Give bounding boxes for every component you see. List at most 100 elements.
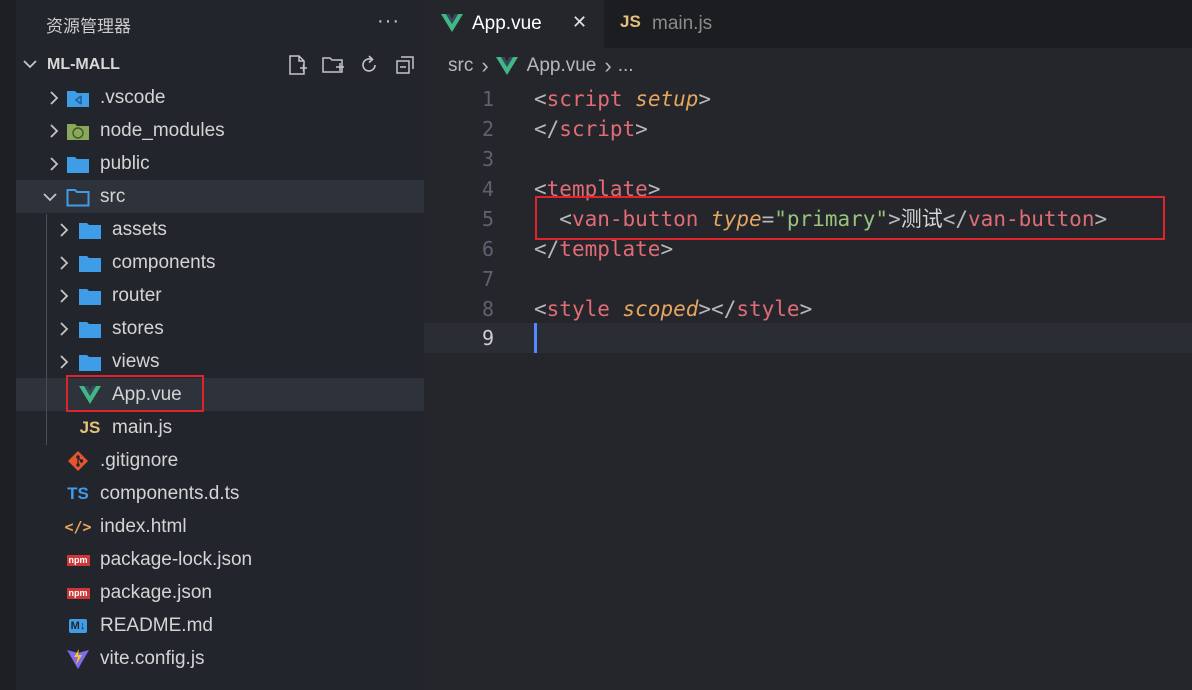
collapse-all-icon[interactable]: [392, 52, 418, 78]
line-number: 1: [481, 87, 494, 111]
indent-guide: [46, 214, 47, 445]
tab-main-js[interactable]: JS main.js: [604, 0, 764, 48]
line-number: 7: [481, 267, 494, 291]
code-line: 6 </template>: [424, 234, 1192, 264]
vite-icon: [66, 648, 90, 670]
tab-label: App.vue: [472, 13, 542, 34]
tree-item-router[interactable]: router: [16, 279, 424, 312]
tree-item-label: assets: [112, 219, 167, 240]
folder-icon: [78, 351, 102, 373]
tree-item-label: package.json: [100, 582, 212, 603]
new-file-icon[interactable]: [284, 52, 310, 78]
tree-item-label: components: [112, 252, 216, 273]
line-number: 2: [481, 117, 494, 141]
tree-item-vscode[interactable]: .vscode: [16, 81, 424, 114]
tree-item-label: stores: [112, 318, 164, 339]
tree-item-label: .gitignore: [100, 450, 179, 471]
tree-item-label: components.d.ts: [100, 483, 240, 504]
git-icon: [66, 450, 90, 472]
tree-item-node-modules[interactable]: node_modules: [16, 114, 424, 147]
vue-icon: [495, 56, 519, 76]
tree-item-label: package-lock.json: [100, 549, 253, 570]
code-line: 4 <template>: [424, 174, 1192, 204]
line-number: 6: [481, 237, 494, 261]
code-line: 7: [424, 264, 1192, 294]
node-folder-icon: [66, 120, 90, 142]
breadcrumb-folder[interactable]: src: [448, 55, 473, 77]
tree-item-views[interactable]: views: [16, 345, 424, 378]
breadcrumb-file[interactable]: App.vue: [527, 55, 597, 77]
tree-item-gitignore[interactable]: .gitignore: [16, 444, 424, 477]
vue-icon: [78, 384, 102, 406]
tree-item-app-vue[interactable]: App.vue: [16, 378, 424, 411]
line-number: 5: [481, 207, 494, 231]
line-number: 9: [481, 326, 494, 350]
tree-item-label: App.vue: [112, 384, 182, 405]
folder-icon: [78, 285, 102, 307]
folder-open-icon: [66, 186, 90, 208]
tree-item-stores[interactable]: stores: [16, 312, 424, 345]
ts-icon: TS: [67, 484, 89, 503]
breadcrumb-separator: ›: [604, 53, 612, 78]
chevron-right-icon: [50, 124, 59, 138]
npm-icon: npm: [66, 587, 90, 599]
chevron-right-icon: [60, 223, 69, 237]
more-actions-icon[interactable]: ···: [377, 10, 400, 33]
vscode-folder-icon: [66, 87, 90, 109]
explorer-panel: 资源管理器 ··· ML-MALL .vscode node_modules p…: [16, 0, 424, 690]
js-icon: JS: [79, 418, 101, 437]
explorer-title: 资源管理器: [46, 16, 131, 36]
tree-item-package-json[interactable]: npm package.json: [16, 576, 424, 609]
tree-item-label: README.md: [100, 615, 213, 636]
breadcrumb-separator: ›: [481, 53, 489, 78]
tree-item-main-js[interactable]: JS main.js: [16, 411, 424, 444]
tree-item-label: views: [112, 351, 160, 372]
project-name: ML-MALL: [47, 56, 120, 73]
tree-item-package-lock-json[interactable]: npm package-lock.json: [16, 543, 424, 576]
code-line: 1 <script setup>: [424, 84, 1192, 114]
project-header[interactable]: ML-MALL: [16, 48, 424, 81]
tree-item-label: src: [100, 186, 126, 207]
tree-item-index-html[interactable]: </> index.html: [16, 510, 424, 543]
editor-tabs: App.vue ✕ JS main.js: [424, 0, 1192, 48]
folder-icon: [78, 318, 102, 340]
refresh-icon[interactable]: [356, 52, 382, 78]
tab-app-vue[interactable]: App.vue ✕: [424, 0, 604, 48]
folder-icon: [78, 252, 102, 274]
tree-item-readme-md[interactable]: M↓ README.md: [16, 609, 424, 642]
tree-item-label: node_modules: [100, 120, 225, 141]
code-line-current: 9: [424, 323, 1192, 353]
chevron-down-icon: [43, 193, 57, 202]
tree-item-vite-config-js[interactable]: vite.config.js: [16, 642, 424, 675]
js-icon: JS: [620, 12, 641, 31]
explorer-header: 资源管理器 ···: [16, 0, 424, 48]
tree-item-label: index.html: [100, 516, 187, 537]
chevron-right-icon: [60, 289, 69, 303]
tree-item-src[interactable]: src: [16, 180, 424, 213]
close-icon[interactable]: ✕: [572, 12, 587, 33]
code-line: 8 <style scoped></style>: [424, 294, 1192, 324]
tab-label: main.js: [652, 13, 713, 34]
code-line: 2 </script>: [424, 114, 1192, 144]
code-editor[interactable]: 1 <script setup> 2 </script> 3 4 <templa…: [424, 84, 1192, 690]
tree-item-label: .vscode: [100, 87, 166, 108]
tree-item-public[interactable]: public: [16, 147, 424, 180]
text-cursor: [534, 323, 537, 353]
new-folder-icon[interactable]: [320, 52, 346, 78]
tree-item-components-dts[interactable]: TS components.d.ts: [16, 477, 424, 510]
tree-item-assets[interactable]: assets: [16, 213, 424, 246]
line-number: 3: [481, 147, 494, 171]
code-text: <van-button type="primary">测试</van-butto…: [559, 207, 1108, 231]
npm-icon: npm: [66, 554, 90, 566]
chevron-right-icon: [60, 256, 69, 270]
chevron-down-icon: [23, 60, 37, 69]
tree-item-components[interactable]: components: [16, 246, 424, 279]
tree-item-label: router: [112, 285, 162, 306]
chevron-right-icon: [50, 157, 59, 171]
breadcrumb-ellipsis[interactable]: ...: [618, 55, 634, 77]
code-text: <style scoped></style>: [534, 297, 813, 321]
chevron-right-icon: [60, 322, 69, 336]
chevron-right-icon: [50, 91, 59, 105]
code-text: </template>: [534, 237, 674, 261]
line-number: 4: [481, 177, 494, 201]
